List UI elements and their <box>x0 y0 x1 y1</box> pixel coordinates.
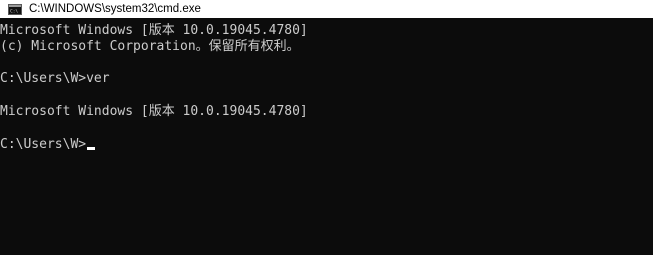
cmd-console-icon: C:\ <box>8 3 22 15</box>
title-bar[interactable]: C:\ C:\WINDOWS\system32\cmd.exe <box>0 0 653 18</box>
console-prompt-line[interactable]: C:\Users\W> <box>0 137 96 153</box>
svg-text:C:\: C:\ <box>10 8 18 14</box>
window-title: C:\WINDOWS\system32\cmd.exe <box>29 3 201 15</box>
prompt-text: C:\Users\W> <box>0 137 87 152</box>
console-line-copyright: (c) Microsoft Corporation。保留所有权利。 <box>0 39 300 54</box>
console-line-version: Microsoft Windows [版本 10.0.19045.4780] <box>0 23 308 38</box>
text-cursor <box>87 147 96 150</box>
console-output[interactable]: Microsoft Windows [版本 10.0.19045.4780] (… <box>0 23 653 255</box>
cmd-window: C:\ C:\WINDOWS\system32\cmd.exe Microsof… <box>0 0 653 255</box>
console-line-ver-output: Microsoft Windows [版本 10.0.19045.4780] <box>0 104 308 119</box>
console-line-ver-command: C:\Users\W>ver <box>0 71 110 86</box>
